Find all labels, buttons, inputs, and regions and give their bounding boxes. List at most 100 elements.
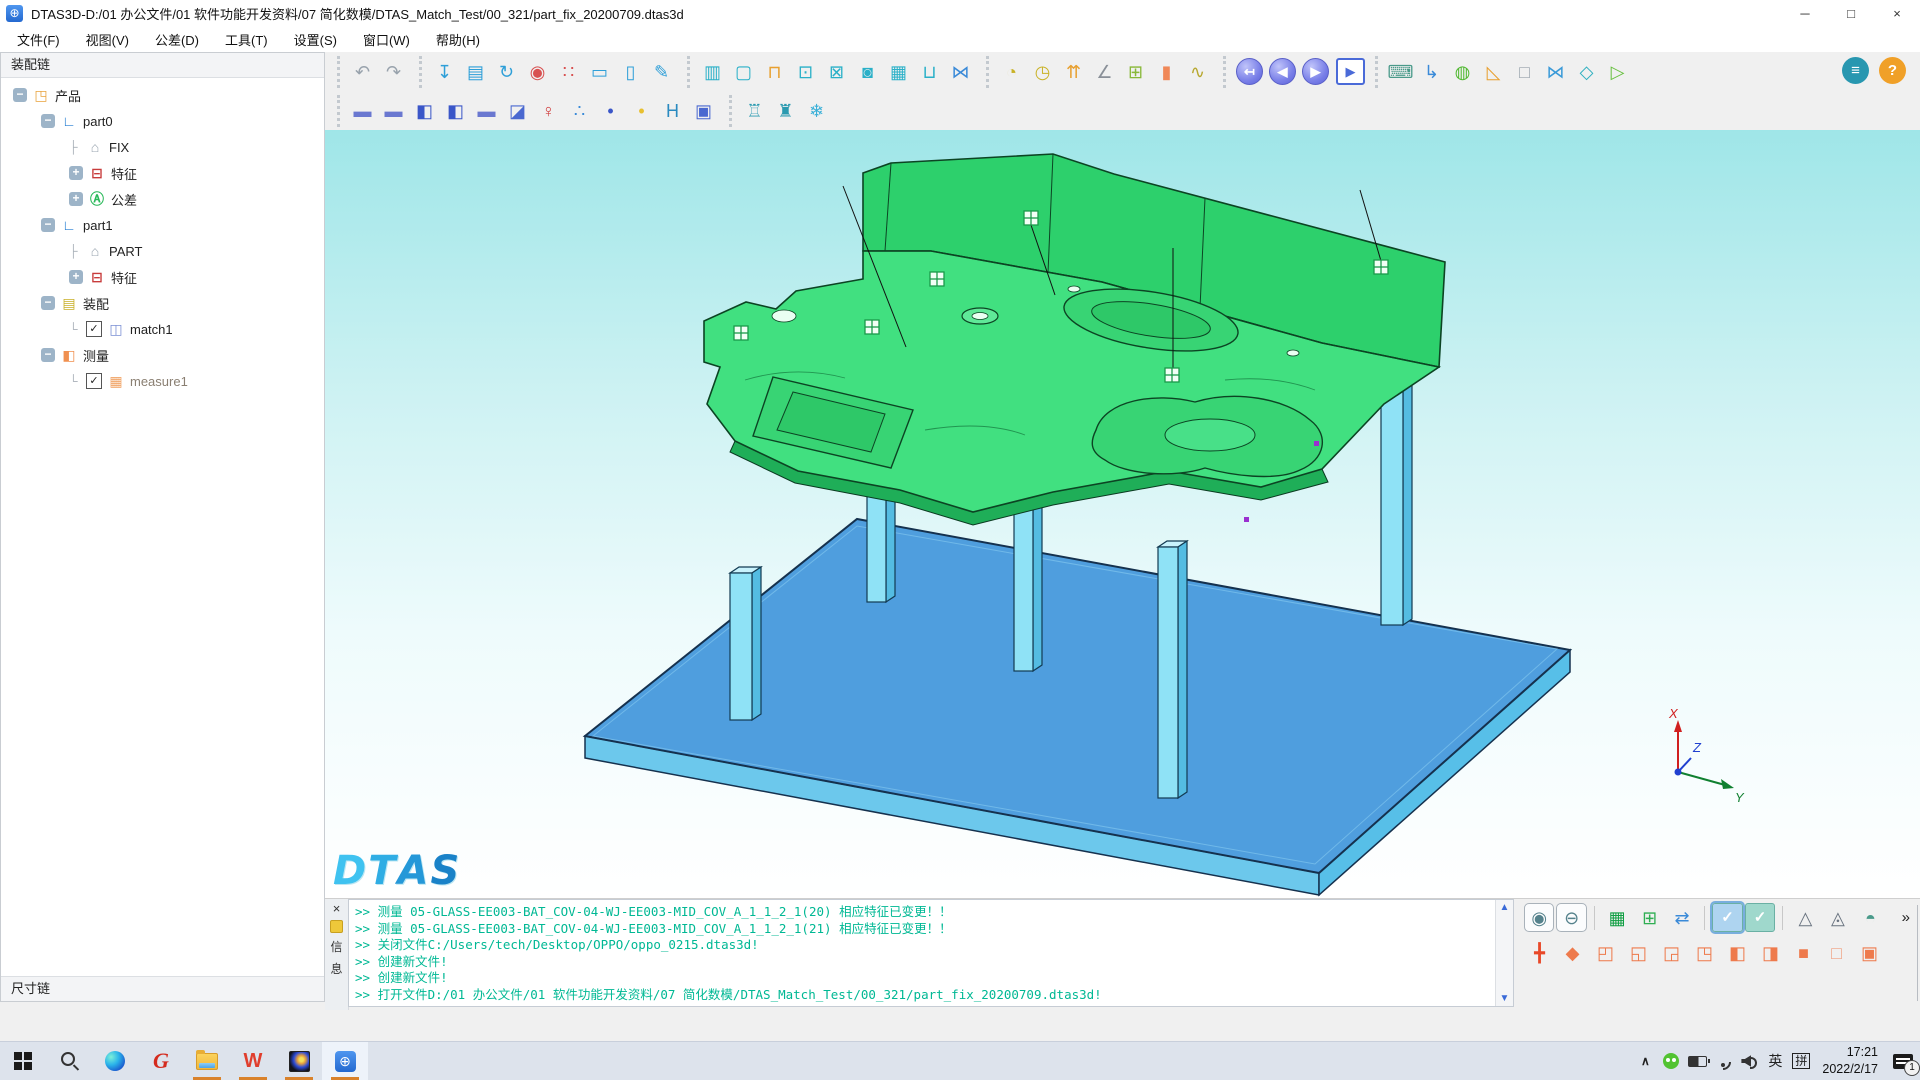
tree-expander-icon[interactable]: − xyxy=(13,88,27,102)
corner-probe-button[interactable]: ↳ xyxy=(1416,57,1447,86)
tree-item-features0[interactable]: + ⊟ 特征 xyxy=(1,160,324,186)
angle-measure-button[interactable]: ∠ xyxy=(1089,57,1120,86)
notification-center-button[interactable]: 1 xyxy=(1886,1042,1920,1080)
tree-item-fix[interactable]: ├ ⌂ FIX xyxy=(1,134,324,160)
solid-box-button[interactable]: ▣ xyxy=(688,96,719,125)
frame-view-button[interactable]: ▢ xyxy=(728,57,759,86)
mirror-tool-button[interactable]: ⋈ xyxy=(1540,57,1571,86)
view-right-button[interactable]: ◳ xyxy=(1689,938,1720,967)
node-network-button[interactable]: ∴ xyxy=(564,96,595,125)
minimize-button[interactable]: ─ xyxy=(1782,0,1828,26)
view-front-button[interactable]: ◧ xyxy=(1722,938,1753,967)
import-model-button[interactable]: ↧ xyxy=(429,57,460,86)
mesh-view-button[interactable]: ▦ xyxy=(883,57,914,86)
menu-tolerance[interactable]: 公差(D) xyxy=(142,26,212,53)
cross-view-button[interactable]: ⊠ xyxy=(821,57,852,86)
gstar-app[interactable]: G xyxy=(138,1042,184,1080)
menu-help[interactable]: 帮助(H) xyxy=(423,26,493,53)
grid-solid-button[interactable]: ▦ xyxy=(1602,903,1632,932)
menu-file[interactable]: 文件(F) xyxy=(4,26,73,53)
dimension-chain-tab[interactable]: 尺寸链 xyxy=(1,976,324,1001)
tree-item-part0[interactable]: − ∟ part0 xyxy=(1,108,324,134)
tree-item-part1[interactable]: − ∟ part1 xyxy=(1,212,324,238)
more-tools-button[interactable]: » xyxy=(1896,908,1916,927)
animation-panel-button[interactable]: ▶ xyxy=(1336,58,1365,85)
location-pin-button[interactable]: ♀ xyxy=(533,96,564,125)
wifi-tray-icon[interactable] xyxy=(1710,1042,1736,1080)
menu-settings[interactable]: 设置(S) xyxy=(281,26,350,53)
close-button[interactable]: × xyxy=(1874,0,1920,26)
table-view-button[interactable]: ⊓ xyxy=(759,57,790,86)
stats-calc-button[interactable]: ⌨ xyxy=(1385,57,1416,86)
float-arrows-button[interactable]: ⇈ xyxy=(1058,57,1089,86)
scroll-up-arrow[interactable]: ▲ xyxy=(1500,900,1510,915)
tree-checkbox[interactable]: ✓ xyxy=(86,321,102,337)
view-window-1-button[interactable]: ◧ xyxy=(409,96,440,125)
isometric-view-button[interactable]: ◆ xyxy=(1557,938,1588,967)
start-button[interactable] xyxy=(0,1042,46,1080)
new-doc-button[interactable]: □ xyxy=(1509,57,1540,86)
print-button[interactable]: ▤ xyxy=(460,57,491,86)
message-log-panel[interactable]: >> 测量 05-GLASS-EE003-BAT_COV-04-WJ-EE003… xyxy=(348,899,1514,1007)
tree-expander-icon[interactable]: + xyxy=(69,192,83,206)
protractor-button[interactable]: ◔ xyxy=(996,57,1027,86)
doc-edit-button[interactable]: ✎ xyxy=(646,57,677,86)
ime-language[interactable]: 英 xyxy=(1762,1042,1788,1080)
geometry-target-button[interactable]: ◬ xyxy=(1823,903,1853,932)
geometry-shapes-button[interactable]: △ xyxy=(1790,903,1820,932)
doc-help-button[interactable]: ≡ xyxy=(1842,57,1869,84)
menu-view[interactable]: 视图(V) xyxy=(73,26,142,53)
tree-expander-icon[interactable]: − xyxy=(41,114,55,128)
h-datum-button[interactable]: H xyxy=(657,96,688,125)
wps-app[interactable]: W xyxy=(230,1042,276,1080)
pan-view-button[interactable]: ╋ xyxy=(1524,938,1555,967)
redo-button[interactable]: ↷ xyxy=(378,57,409,86)
reload-model-button[interactable]: ↻ xyxy=(491,57,522,86)
taskbar-clock[interactable]: 17:21 2022/2/17 xyxy=(1814,1044,1886,1078)
doc-copy-button[interactable]: ▭ xyxy=(584,57,615,86)
battery-tray-icon[interactable] xyxy=(1684,1042,1710,1080)
question-help-button[interactable]: ? xyxy=(1879,57,1906,84)
log-scrollbar[interactable]: ▲ ▼ xyxy=(1495,900,1513,1006)
tree-item-match1[interactable]: └ ✓ ◫ match1 xyxy=(1,316,324,342)
face-cube-button[interactable]: ◪ xyxy=(502,96,533,125)
probe-point-button[interactable]: • xyxy=(595,96,626,125)
tree-item-part[interactable]: ├ ⌂ PART xyxy=(1,238,324,264)
prev-frame-button[interactable]: ◀ xyxy=(1269,58,1296,85)
doc-copy2-button[interactable]: ▯ xyxy=(615,57,646,86)
view-back-button[interactable]: ◨ xyxy=(1755,938,1786,967)
tree-expander-icon[interactable]: + xyxy=(69,270,83,284)
preview-zoom-button[interactable]: ◉ xyxy=(1524,903,1554,932)
tolerance-blocks-button[interactable]: ⊞ xyxy=(1120,57,1151,86)
surface-view-button[interactable]: ◙ xyxy=(852,57,883,86)
menu-tools[interactable]: 工具(T) xyxy=(212,26,281,53)
maximize-button[interactable]: □ xyxy=(1828,0,1874,26)
point-marker-button[interactable]: • xyxy=(626,96,657,125)
view-window-2-button[interactable]: ◧ xyxy=(440,96,471,125)
view-bottom-button[interactable]: ◱ xyxy=(1623,938,1654,967)
tree-item-product[interactable]: − ◳ 产品 xyxy=(1,82,324,108)
snowflake-pattern-button[interactable]: ❄ xyxy=(801,96,832,125)
tree-expander-icon[interactable]: − xyxy=(41,218,55,232)
next-frame-button[interactable]: ▶ xyxy=(1302,58,1329,85)
report-book-button[interactable]: ▮ xyxy=(1151,57,1182,86)
photos-app[interactable] xyxy=(276,1042,322,1080)
viewport-3d[interactable]: X Z Y DTAS xyxy=(325,130,1920,898)
report-multi-button[interactable]: ∷ xyxy=(553,57,584,86)
lens-hide-button[interactable]: ⊖ xyxy=(1556,903,1586,932)
ruler-square-button[interactable]: ◺ xyxy=(1478,57,1509,86)
display-wireframe-button[interactable]: □ xyxy=(1821,938,1852,967)
tree-item-assembly[interactable]: − ▤ 装配 xyxy=(1,290,324,316)
grid-outline-button[interactable]: ⊞ xyxy=(1634,903,1664,932)
dial-gauge-button[interactable]: ◷ xyxy=(1027,57,1058,86)
undo-button[interactable]: ↶ xyxy=(347,57,378,86)
tree-expander-icon[interactable]: − xyxy=(41,348,55,362)
clamp-view-button[interactable]: ⊔ xyxy=(914,57,945,86)
view-top-button[interactable]: ◰ xyxy=(1590,938,1621,967)
bench-table-3-button[interactable]: ▬ xyxy=(471,96,502,125)
scroll-down-arrow[interactable]: ▼ xyxy=(1500,991,1510,1006)
tree-expander-icon[interactable]: + xyxy=(69,166,83,180)
tree-item-measure1[interactable]: └ ✓ ▦ measure1 xyxy=(1,368,324,394)
edge-app[interactable] xyxy=(92,1042,138,1080)
mirror-view-button[interactable]: ⋈ xyxy=(945,57,976,86)
